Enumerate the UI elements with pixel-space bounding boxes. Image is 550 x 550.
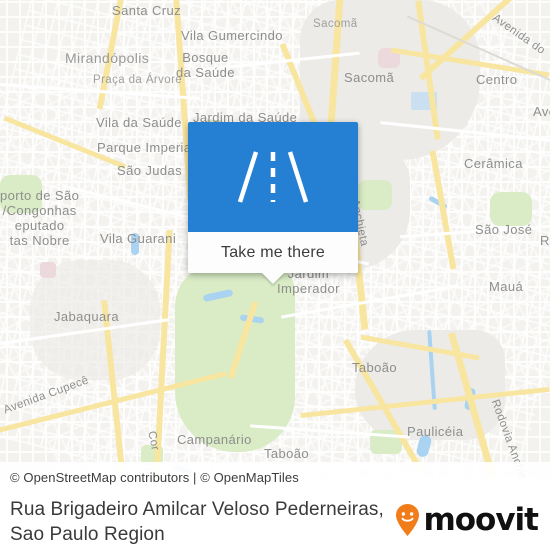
map-place-label: Vila da Saúde — [96, 115, 182, 130]
map-place-label: Bosque da Saúde — [176, 50, 235, 80]
moovit-logo[interactable]: moovit — [395, 501, 539, 538]
map-place-label: Taboão — [352, 360, 398, 375]
map-place-label: Sacomã — [344, 70, 395, 85]
map-screen: Santa Cruz Vila Gumercindo Mirandópolis Bos… — [0, 0, 550, 550]
page-title: Rua Brigadeiro Amilcar Veloso Pederneira… — [10, 499, 384, 545]
map-place-label: Sacomã — [313, 18, 358, 30]
take-me-there-label: Take me there — [221, 243, 325, 261]
map-place-label: R — [540, 233, 550, 248]
map-place-label: São Judas — [117, 163, 183, 178]
map-place-label: Parque Imperial — [97, 140, 195, 155]
map-place-label: Santa Cruz — [112, 3, 182, 18]
map-place-label: Paulicéia — [407, 424, 464, 439]
card-icon-area — [188, 122, 358, 232]
map-place-label: Vila Guarani — [100, 231, 177, 246]
map-place-label: Ave — [533, 104, 550, 119]
map-place-label: Taboão — [264, 446, 310, 461]
map-place-label: Vila Gumercindo — [181, 28, 283, 43]
map-place-label: Praça da Árvore — [93, 74, 183, 86]
footer: Rua Brigadeiro Amilcar Veloso Pederneira… — [0, 487, 550, 550]
map-place-label: Mirandópolis — [65, 50, 150, 66]
map-landuse — [40, 262, 56, 278]
map-place-label: porto de São /Congonhas eputado tas Nobr… — [0, 188, 80, 248]
moovit-pin-icon — [396, 504, 420, 536]
map-park — [358, 180, 392, 210]
map-attribution[interactable]: © OpenStreetMap contributors | © OpenMap… — [10, 470, 299, 485]
map-place-label: São José — [475, 222, 533, 237]
map-place-label: Centro — [476, 72, 518, 87]
card-pointer — [262, 273, 284, 284]
card-action-area[interactable]: Take me there — [188, 232, 358, 273]
map-canvas[interactable]: Santa Cruz Vila Gumercindo Mirandópolis Bos… — [0, 0, 550, 478]
map-place-label: Campanário — [177, 432, 252, 447]
map-place-label: Cerâmica — [464, 156, 523, 171]
moovit-wordmark: moovit — [423, 501, 539, 538]
take-me-there-card[interactable]: Take me there — [188, 122, 358, 284]
map-place-label: Jabaquara — [54, 309, 120, 324]
map-park — [490, 192, 532, 226]
map-place-label: Mauá — [489, 279, 524, 294]
road-icon — [237, 151, 309, 203]
